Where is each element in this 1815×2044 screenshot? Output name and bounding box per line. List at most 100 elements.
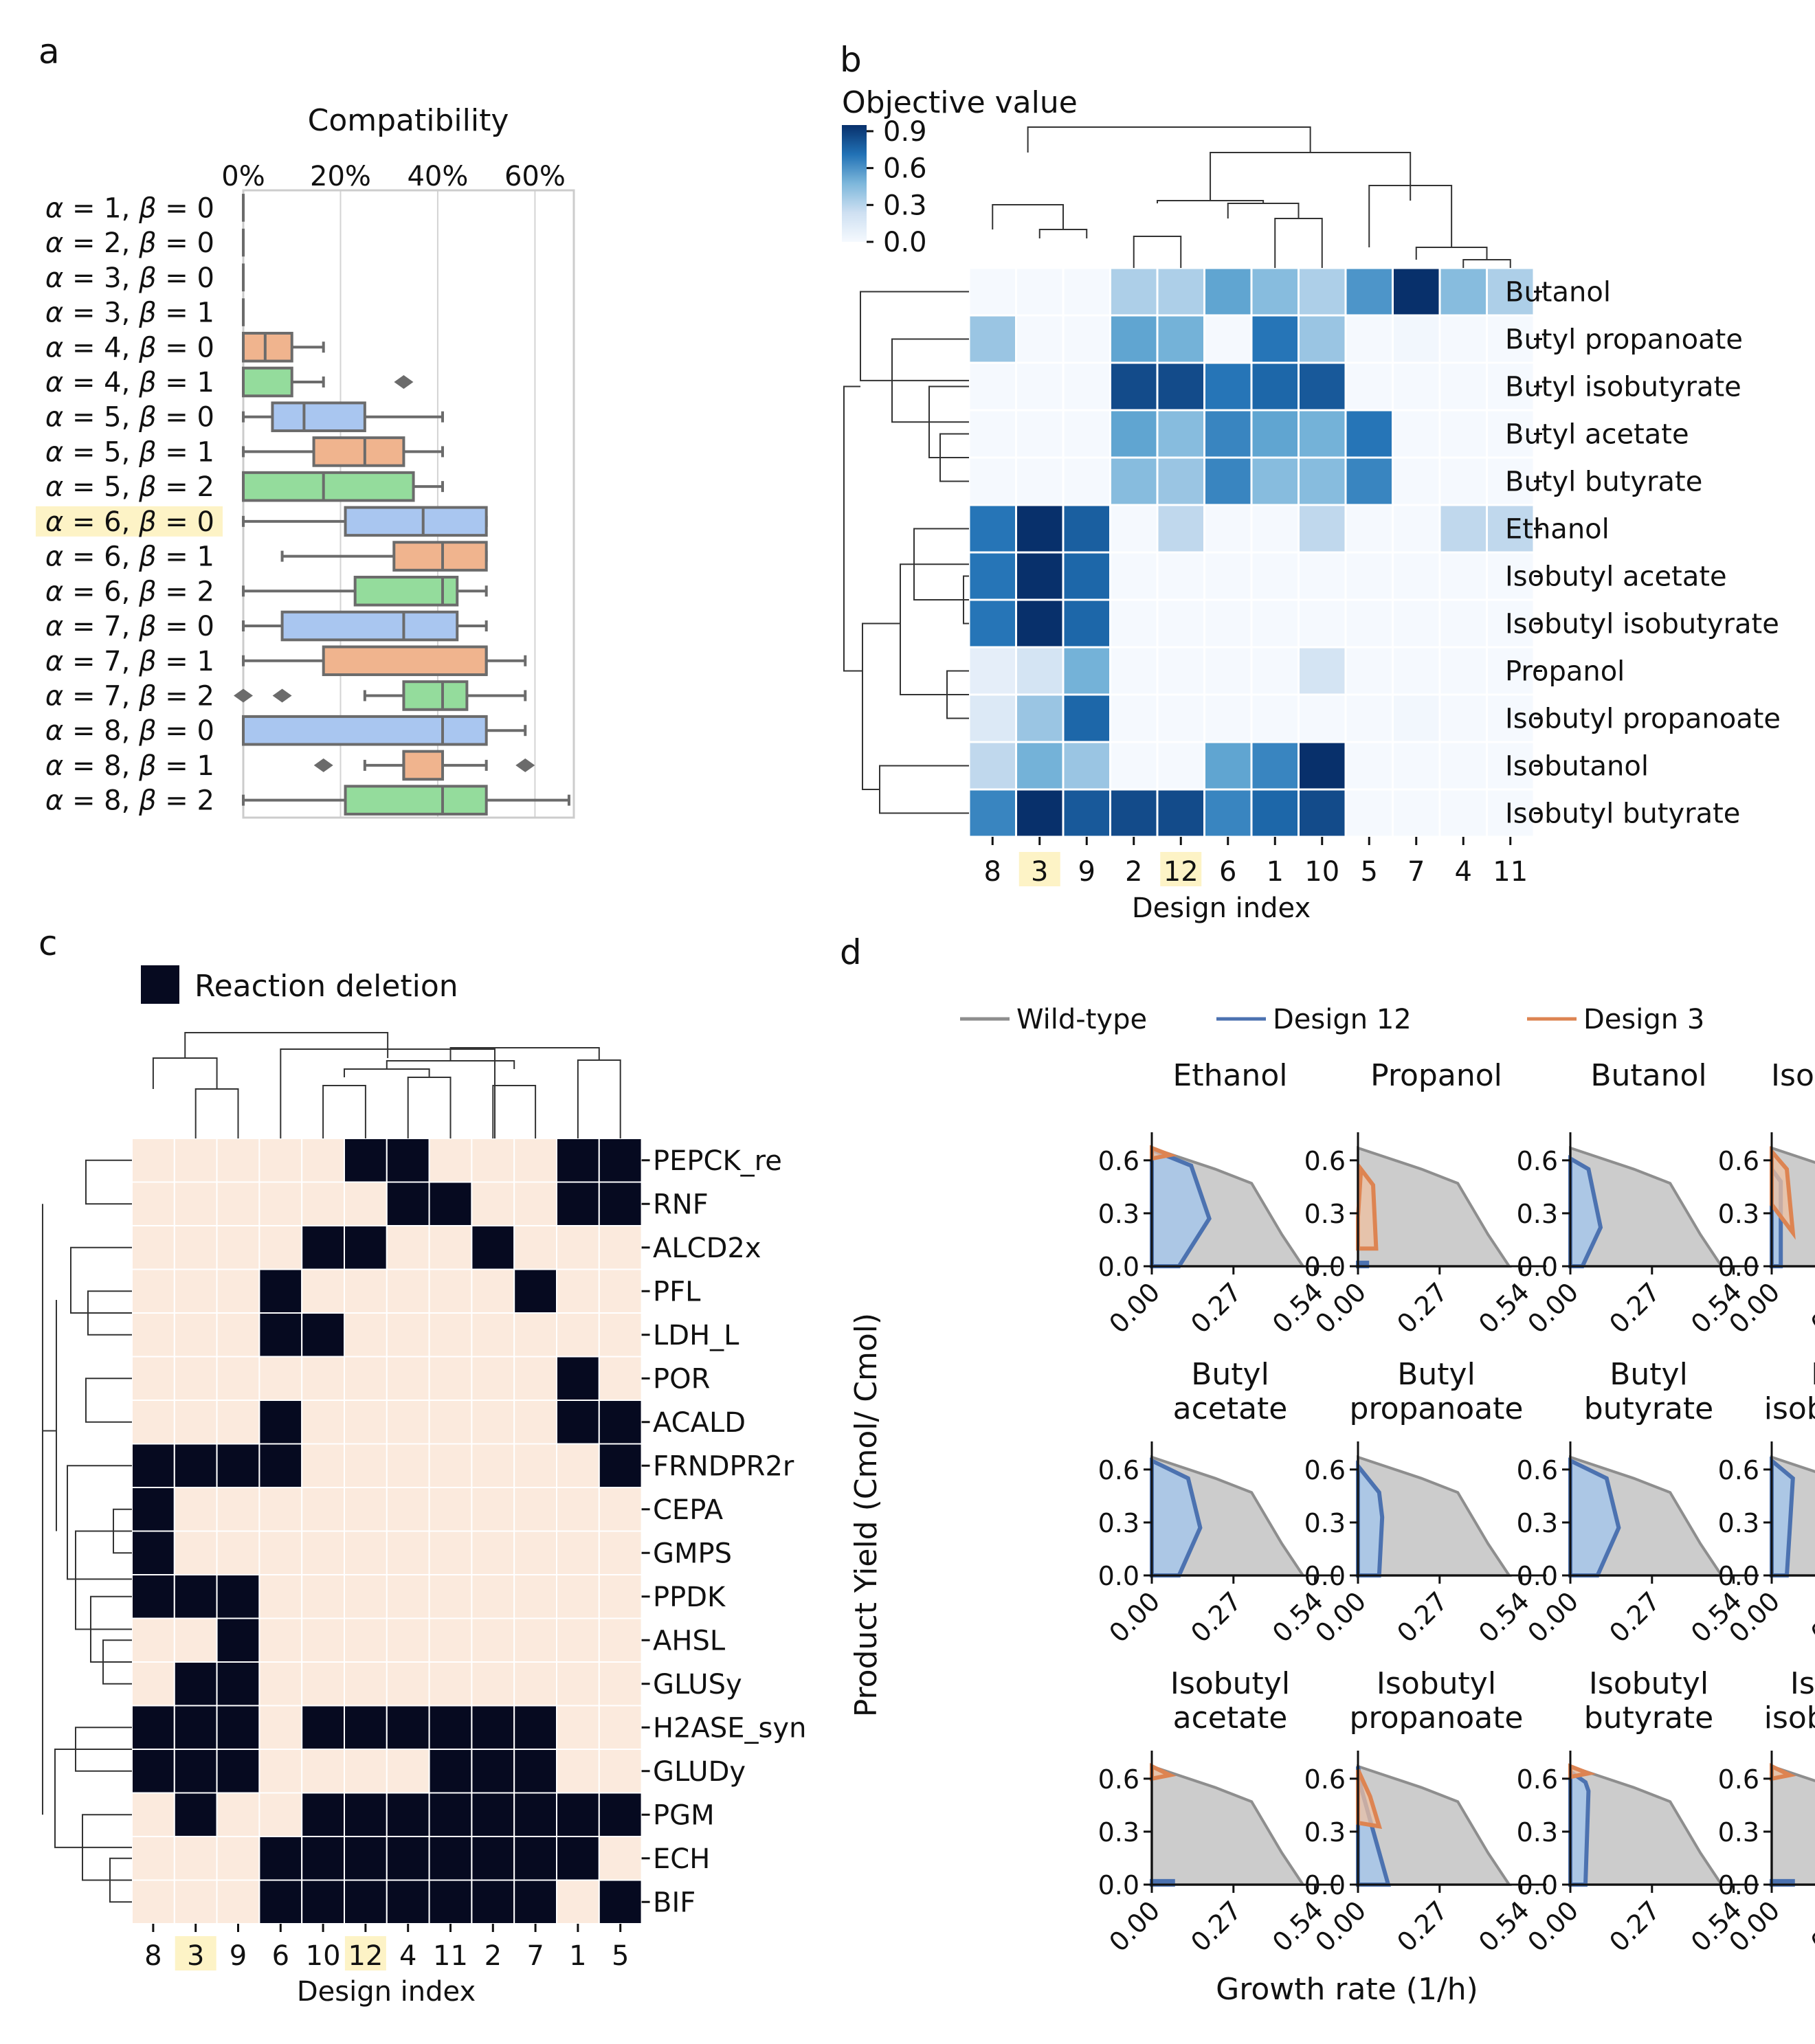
heatmap-cell	[131, 1487, 175, 1532]
heatmap-cell	[131, 1312, 175, 1358]
y-tick-label: 0.3	[1304, 1817, 1346, 1848]
heatmap-cell	[1015, 646, 1065, 696]
heatmap-cell	[344, 1443, 388, 1488]
dendrogram-branch	[85, 1159, 132, 1205]
y-tick-label: 0.3	[1718, 1817, 1759, 1848]
heatmap-cell	[1344, 267, 1394, 317]
heatmap-cell	[386, 1443, 430, 1488]
subplot-title: propanoate	[1350, 1391, 1524, 1426]
figure: Compatibility0% 20% 40% 60%α = 1, β = 0α = …	[36, 32, 1815, 2008]
heatmap-cell	[1015, 741, 1065, 791]
heatmap-cell	[1062, 646, 1111, 696]
heatmap-cell	[386, 1661, 430, 1707]
heatmap-cell	[258, 1400, 303, 1445]
heatmap-cell	[386, 1879, 430, 1924]
row-label: GLUSy	[653, 1669, 742, 1700]
x-tick-label: 0.00	[1522, 1277, 1584, 1339]
x-tick-label: 0.27	[1603, 1895, 1666, 1957]
label-part: = 2	[157, 471, 214, 503]
subplot-title: Ethanol	[1173, 1058, 1288, 1093]
heatmap-cell	[301, 1705, 346, 1750]
row-label: Butyl butyrate	[1505, 467, 1702, 498]
label-part: = 6,	[63, 576, 139, 607]
heatmap-cell	[513, 1400, 558, 1445]
column-label: 7	[1407, 856, 1425, 888]
heatmap-cell	[131, 1661, 175, 1707]
colorbar-tick-label: 0.6	[883, 153, 927, 185]
heatmap-cell	[598, 1617, 643, 1663]
x-tick-label: 20%	[310, 161, 371, 192]
label-part: α	[45, 680, 63, 712]
row-label: GMPS	[653, 1538, 732, 1569]
dendrogram-branch	[67, 1465, 132, 1580]
dendrogram-branch	[879, 765, 969, 814]
heatmap-cell	[386, 1400, 430, 1445]
heatmap-cell	[258, 1530, 303, 1575]
label-part: β	[138, 646, 157, 677]
heatmap-cell	[344, 1138, 388, 1183]
outlier	[272, 688, 292, 703]
heatmap-cell	[1392, 693, 1441, 743]
heatmap-cell	[1203, 598, 1253, 649]
heatmap-cell	[216, 1138, 260, 1183]
x-tick-label: 0.00	[1103, 1586, 1166, 1648]
y-tick-label: 0.0	[1517, 1870, 1558, 1900]
dendrogram-branch	[75, 1530, 132, 1630]
heatmap-cell	[258, 1356, 303, 1401]
heatmap-cell	[1438, 456, 1488, 506]
label-part: = 2	[157, 680, 214, 712]
heatmap-cell	[258, 1792, 303, 1837]
heatmap-cell	[428, 1181, 473, 1226]
heatmap-cell	[1109, 598, 1159, 649]
label-part: α	[45, 506, 63, 538]
label-part: α	[45, 715, 63, 747]
heatmap-cell	[428, 1312, 473, 1358]
heatmap-cell	[1344, 551, 1394, 601]
row-label: PEPCK_re	[653, 1145, 782, 1177]
y-tick-label: α = 3, β = 0	[45, 262, 214, 294]
heatmap-cell	[216, 1792, 260, 1837]
y-tick-label: α = 6, β = 1	[45, 541, 214, 573]
heatmap-cell	[428, 1487, 473, 1532]
heatmap-cell	[1203, 267, 1253, 317]
label-part: = 1	[157, 750, 214, 782]
y-tick-label: α = 4, β = 1	[45, 367, 214, 398]
column-label: 11	[1493, 856, 1528, 888]
y-tick-label: 0.6	[1517, 1764, 1558, 1795]
wildtype-envelope	[1770, 1764, 1815, 1886]
heatmap-cell	[598, 1138, 643, 1183]
label-part: α	[45, 367, 63, 398]
label-part: = 0	[157, 227, 214, 259]
label-part: α	[45, 541, 63, 573]
x-tick-label: 0.00	[1103, 1895, 1166, 1957]
heatmap-cell	[344, 1617, 388, 1663]
heatmap-cell	[471, 1574, 515, 1619]
heatmap-cell	[131, 1400, 175, 1445]
heatmap-cell	[1062, 409, 1111, 459]
heatmap-cell	[258, 1705, 303, 1750]
heatmap-cell	[1298, 646, 1347, 696]
heatmap-cell	[1109, 693, 1159, 743]
heatmap-cell	[1015, 693, 1065, 743]
heatmap-cell	[968, 598, 1017, 649]
heatmap-cell	[1344, 693, 1394, 743]
y-tick-label: α = 8, β = 2	[45, 785, 214, 817]
heatmap-cell	[1062, 741, 1111, 791]
heatmap-cell	[1109, 361, 1159, 412]
heatmap-cell	[301, 1617, 346, 1663]
heatmap-cell	[173, 1836, 218, 1881]
label-part: = 2	[157, 576, 214, 607]
heatmap-cell	[344, 1749, 388, 1794]
heatmap-cell	[1109, 646, 1159, 696]
label-part: = 4,	[63, 332, 139, 363]
x-tick-label: 0.27	[1185, 1586, 1247, 1648]
heatmap-cell	[556, 1443, 600, 1488]
x-tick-label: 60%	[504, 161, 566, 192]
heatmap-cell	[471, 1400, 515, 1445]
label-part: = 8,	[63, 715, 139, 747]
heatmap-cell	[1203, 693, 1253, 743]
subplot-title: Butyl	[1811, 1357, 1815, 1392]
heatmap-cell	[556, 1749, 600, 1794]
heatmap-cell	[1250, 551, 1300, 601]
column-label: 10	[306, 1940, 341, 1972]
